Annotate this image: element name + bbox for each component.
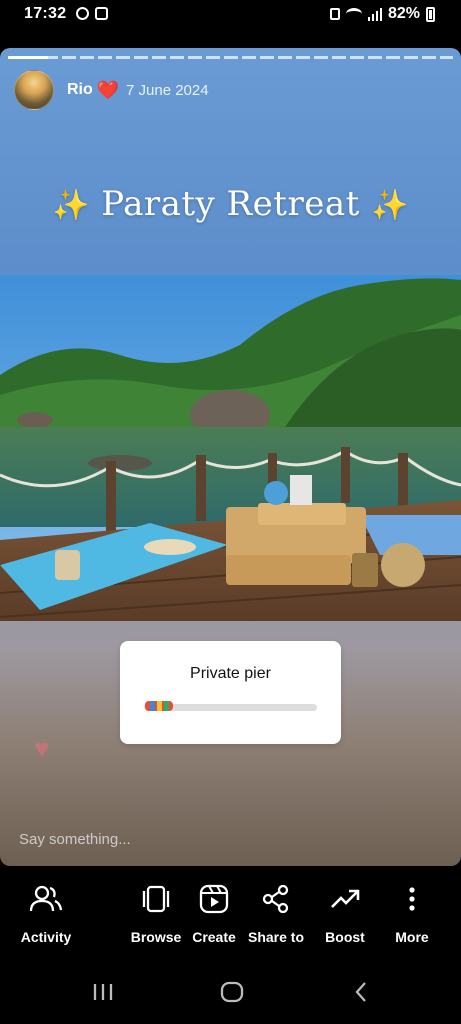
home-icon	[220, 981, 244, 1003]
story-title: ✨ Paraty Retreat ✨	[0, 184, 461, 224]
sparkle-left-icon: ✨	[52, 188, 90, 223]
boost-label: Boost	[325, 929, 365, 945]
threads-icon	[76, 7, 89, 20]
story-toolbar: Activity Browse Create Share to Boost Mo…	[0, 866, 461, 956]
story-title-text: Paraty Retreat	[101, 184, 360, 224]
story-progress-track	[8, 56, 453, 59]
status-notification-icons	[76, 7, 108, 20]
system-nav-bar	[0, 956, 461, 1024]
create-icon	[199, 884, 229, 914]
activity-button[interactable]: Activity	[11, 882, 81, 945]
battery-icon	[426, 6, 435, 22]
story-photo	[0, 275, 461, 621]
story-author[interactable]: Rio ❤️	[67, 81, 119, 99]
back-button[interactable]	[353, 982, 369, 1002]
wifi-icon	[345, 8, 362, 20]
more-button[interactable]: More	[377, 882, 447, 945]
story-card[interactable]: Rio ❤️ 7 June 2024 ✨ Paraty Retreat ✨ Pr…	[0, 48, 461, 866]
boost-button[interactable]: Boost	[310, 882, 380, 945]
activity-icon	[30, 885, 62, 912]
slider-sticker[interactable]: Private pier	[120, 641, 341, 744]
more-label: More	[395, 929, 429, 945]
author-name: Rio	[67, 81, 93, 98]
signal-icon	[367, 7, 382, 21]
more-icon	[409, 887, 415, 911]
notification-icon	[95, 7, 108, 20]
recents-icon	[93, 984, 113, 1000]
home-button[interactable]	[220, 981, 244, 1003]
sparkle-right-icon: ✨	[371, 188, 409, 223]
share-icon	[262, 885, 289, 913]
battery-percent: 82%	[387, 5, 420, 22]
status-right: 82%	[329, 5, 435, 23]
reply-input[interactable]: Say something...	[19, 831, 131, 848]
floating-heart-icon: ♥	[34, 733, 50, 763]
sticker-title: Private pier	[190, 665, 271, 682]
status-time: 17:32	[24, 5, 67, 22]
story-progress-fill	[8, 56, 48, 59]
status-bar: 17:32 82%	[0, 0, 461, 30]
create-label: Create	[192, 929, 236, 945]
share-to-label: Share to	[247, 929, 304, 945]
back-icon	[355, 982, 366, 1002]
lock-icon	[329, 8, 340, 20]
browse-icon	[142, 885, 170, 913]
recents-button[interactable]	[92, 982, 114, 1002]
boost-icon	[331, 889, 360, 908]
create-button[interactable]: Create	[179, 882, 249, 945]
share-to-button[interactable]: Share to	[241, 882, 311, 945]
towel-emoji-icon[interactable]	[144, 699, 175, 713]
author-heart-emoji: ❤️	[96, 80, 120, 100]
story-date: 7 June 2024	[126, 82, 209, 99]
avatar[interactable]	[14, 70, 54, 110]
activity-label: Activity	[20, 929, 72, 945]
